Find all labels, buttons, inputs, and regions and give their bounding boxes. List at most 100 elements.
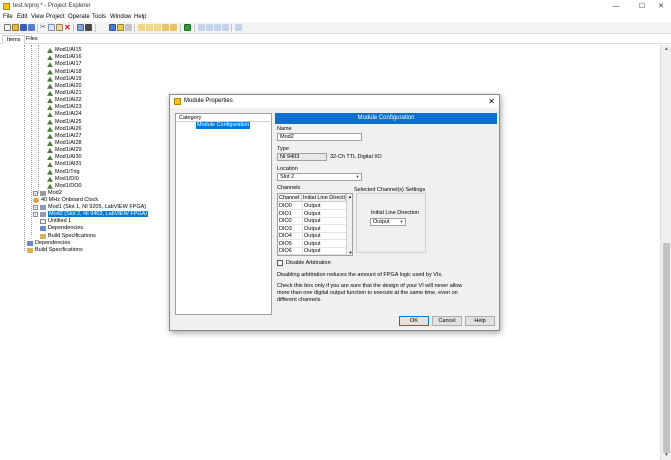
menu-edit[interactable]: Edit xyxy=(17,14,27,20)
tree-item-channel[interactable]: Mod1/DI0 xyxy=(47,176,79,183)
undo-icon[interactable] xyxy=(206,24,213,31)
channel-name-cell[interactable]: DIO5 xyxy=(278,241,302,248)
add-icon[interactable] xyxy=(77,24,84,31)
channels-table[interactable]: Channel Initial Line Direction DIO0Outpu… xyxy=(277,193,353,256)
expand-icon[interactable]: + xyxy=(33,191,38,196)
menu-help[interactable]: Help xyxy=(134,14,146,20)
tree-item-channel[interactable]: Mod1/AI15 xyxy=(47,47,82,54)
menu-operate[interactable]: Operate xyxy=(68,14,90,20)
menu-file[interactable]: File xyxy=(3,14,13,20)
menu-project[interactable]: Project xyxy=(46,14,65,20)
channel-name-cell[interactable]: DIO3 xyxy=(278,226,302,233)
save-all-icon[interactable] xyxy=(28,24,35,31)
search-icon[interactable] xyxy=(235,24,242,31)
refresh-icon[interactable] xyxy=(222,24,229,31)
channel-name-cell[interactable]: DIO2 xyxy=(278,218,302,225)
folder-sync-icon[interactable] xyxy=(154,24,161,31)
channel-direction-cell[interactable]: Output xyxy=(302,248,346,255)
folder-open-icon[interactable] xyxy=(162,24,169,31)
tree-item-channel[interactable]: Mod1/AI17 xyxy=(47,61,82,68)
scroll-thumb[interactable] xyxy=(663,243,670,453)
channel-direction-cell[interactable]: Output xyxy=(302,218,346,225)
scroll-up-icon[interactable]: ▲ xyxy=(347,194,352,199)
tree-item-clock[interactable]: 40 MHz Onboard Clock xyxy=(33,197,98,204)
tree-item-channel[interactable]: Mod1/AI25 xyxy=(47,119,82,126)
channel-name-cell[interactable]: DIO6 xyxy=(278,248,302,255)
channel-direction-cell[interactable]: Output xyxy=(302,225,346,233)
tree-item-channel[interactable]: Mod1/AI22 xyxy=(47,97,82,104)
folder-icon[interactable] xyxy=(138,24,145,31)
channel-icon xyxy=(47,176,53,182)
menu-view[interactable]: View xyxy=(31,14,44,20)
channel-direction-cell[interactable]: Output xyxy=(302,203,346,210)
tab-files[interactable]: Files xyxy=(22,35,42,44)
tree-item-channel[interactable]: Mod1/AI29 xyxy=(47,147,82,154)
tree-item-channel[interactable]: Mod1/Trig xyxy=(47,169,80,176)
tree-item-channel[interactable]: Mod1/AI31 xyxy=(47,161,82,168)
tree-item-channel[interactable]: Mod1/AI19 xyxy=(47,76,82,83)
menu-window[interactable]: Window xyxy=(110,14,131,20)
scroll-down-icon[interactable]: ▼ xyxy=(661,452,671,458)
channel-name-cell[interactable]: DIO4 xyxy=(278,233,302,240)
location-dropdown[interactable]: Slot 2 ▼ xyxy=(277,173,362,181)
cut-icon[interactable]: ✂ xyxy=(40,24,47,31)
channel-direction-cell[interactable]: Output xyxy=(302,210,346,218)
open-icon[interactable] xyxy=(12,24,19,31)
menu-tools[interactable]: Tools xyxy=(92,14,106,20)
expand-icon[interactable]: + xyxy=(33,212,38,217)
disable-arbitration-checkbox[interactable] xyxy=(277,260,283,266)
tree-item-channel[interactable]: Mod1/AI20 xyxy=(47,83,82,90)
delete-icon[interactable]: ✕ xyxy=(64,24,71,32)
minimize-button[interactable]: — xyxy=(604,1,628,12)
tree-item-channel[interactable]: Mod1/AI18 xyxy=(47,69,82,76)
scroll-up-icon[interactable]: ▲ xyxy=(661,46,671,52)
dependencies-icon xyxy=(27,241,33,246)
tree-item-channel[interactable]: Mod1/AI26 xyxy=(47,126,82,133)
tree-item-mod1-slot[interactable]: Mod1 (Slot 1, NI 9205, LabVIEW FPGA) xyxy=(40,204,146,211)
new-icon[interactable] xyxy=(4,24,11,31)
category-item-module-configuration[interactable]: Module Configuration xyxy=(196,122,251,129)
view-icon[interactable] xyxy=(109,24,116,31)
deploy-icon[interactable] xyxy=(198,24,205,31)
tree-item-build-specs-root[interactable]: Build Specifications xyxy=(27,247,83,254)
tools-icon[interactable] xyxy=(117,24,124,31)
redo-icon[interactable] xyxy=(214,24,221,31)
filter-icon[interactable] xyxy=(125,24,132,31)
tree-item-channel[interactable]: Mod1/AI28 xyxy=(47,140,82,147)
tree-item-untitled[interactable]: Untitled 1 xyxy=(40,218,71,225)
cancel-button[interactable]: Cancel xyxy=(432,316,462,326)
save-icon[interactable] xyxy=(20,24,27,31)
tree-item-dependencies[interactable]: Dependencies xyxy=(40,225,83,232)
tree-item-channel[interactable]: Mod1/AI24 xyxy=(47,111,82,118)
copy-icon[interactable] xyxy=(48,24,55,31)
tree-item-build-specs[interactable]: Build Specifications xyxy=(40,233,96,240)
tree-item-channel[interactable]: Mod1/AI23 xyxy=(47,104,82,111)
tree-item-mod2[interactable]: Mod2 xyxy=(40,190,62,197)
tree-item-dependencies-root[interactable]: Dependencies xyxy=(27,240,70,247)
channel-name-cell[interactable]: DIO0 xyxy=(278,203,302,210)
tree-item-channel[interactable]: Mod1/AI27 xyxy=(47,133,82,140)
scroll-down-icon[interactable]: ▼ xyxy=(347,250,352,255)
properties-icon[interactable] xyxy=(85,24,92,31)
channel-name-cell[interactable]: DIO1 xyxy=(278,211,302,218)
channel-direction-cell[interactable]: Output xyxy=(302,233,346,240)
tree-item-channel[interactable]: Mod1/AI16 xyxy=(47,54,82,61)
tree-scrollbar[interactable]: ▲ ▼ xyxy=(660,45,671,460)
channels-scrollbar[interactable]: ▲ ▼ xyxy=(346,194,352,255)
tree-item-channel[interactable]: Mod1/AI30 xyxy=(47,154,82,161)
initial-direction-dropdown[interactable]: Output ▼ xyxy=(370,218,406,226)
expand-icon[interactable]: + xyxy=(33,205,38,210)
tree-item-channel[interactable]: Mod1/DO0 xyxy=(47,183,82,190)
run-icon[interactable] xyxy=(184,24,191,31)
folder-export-icon[interactable] xyxy=(170,24,177,31)
tree-item-mod2-slot[interactable]: Mod2 (Slot 2, NI 9403, LabVIEW FPGA) xyxy=(40,211,149,218)
help-button[interactable]: Help xyxy=(465,316,495,326)
ok-button[interactable]: OK xyxy=(399,316,429,326)
tree-item-channel[interactable]: Mod1/AI21 xyxy=(47,90,82,97)
channel-direction-cell[interactable]: Output xyxy=(302,240,346,248)
name-field[interactable]: Mod2 xyxy=(277,133,362,141)
paste-icon[interactable] xyxy=(56,24,63,31)
close-button[interactable]: ✕ xyxy=(649,1,671,12)
dialog-close-button[interactable]: ✕ xyxy=(488,96,495,107)
folder-add-icon[interactable] xyxy=(146,24,153,31)
